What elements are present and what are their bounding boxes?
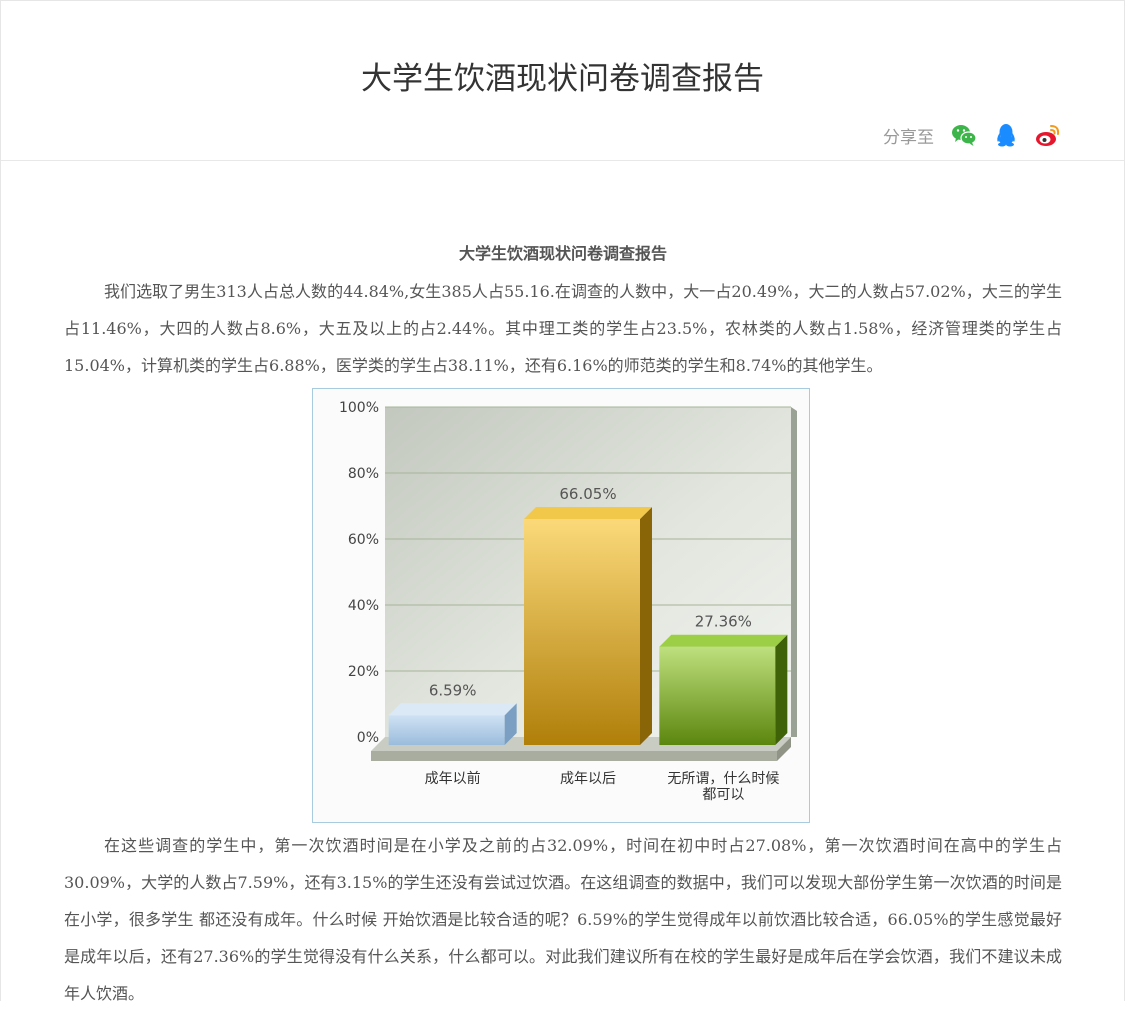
- qq-icon[interactable]: [992, 121, 1020, 149]
- weibo-icon[interactable]: [1034, 121, 1062, 149]
- x-tick-label: 成年以前: [425, 770, 481, 787]
- y-tick-label: 100%: [339, 400, 379, 416]
- share-bar: 分享至: [883, 120, 1062, 150]
- data-label: 6.59%: [429, 681, 477, 699]
- bar-chart-svg: 0% 20% 40% 60% 80% 100% 6.59% 66.05% 27.36% 成年以…: [339, 400, 797, 803]
- data-label: 66.05%: [559, 485, 616, 503]
- y-tick-label: 0%: [357, 730, 379, 746]
- data-label: 27.36%: [695, 613, 752, 631]
- bar-top: [388, 703, 517, 716]
- x-tick-label: 无所谓，什么时候: [667, 771, 779, 787]
- share-label: 分享至: [883, 127, 934, 148]
- wechat-icon[interactable]: [950, 121, 978, 149]
- y-tick-label: 20%: [348, 664, 379, 680]
- article-paragraph-1: 我们选取了男生313人占总人数的44.84%,女生385人占55.16.在调查的…: [64, 282, 1062, 375]
- plot-wall-side: [791, 407, 797, 737]
- article-title: 大学生饮酒现状问卷调查报告: [458, 244, 667, 263]
- plot-floor-front: [371, 751, 777, 761]
- bar: [388, 715, 505, 745]
- y-tick-label: 60%: [348, 532, 379, 548]
- x-tick-label: 都可以: [702, 787, 744, 803]
- x-tick-label: 成年以后: [560, 771, 616, 787]
- page-title: 大学生饮酒现状问卷调查报告: [361, 61, 764, 97]
- bar-side: [775, 634, 788, 745]
- article-body: 大学生饮酒现状问卷调查报告 我们选取了男生313人占总人数的44.84%,女生3…: [64, 240, 1062, 1012]
- bar: [659, 646, 776, 745]
- bar-top: [659, 634, 788, 647]
- bar-chart: 0% 20% 40% 60% 80% 100% 6.59% 66.05% 27.36% 成年以…: [312, 388, 810, 823]
- y-tick-label: 80%: [348, 466, 379, 482]
- bar: [524, 519, 640, 745]
- article-paragraph-2: 在这些调查的学生中，第一次饮酒时间是在小学及之前的占32.09%，时间在初中时占…: [64, 836, 1062, 1003]
- bar-top: [524, 507, 652, 520]
- y-tick-label: 40%: [348, 598, 379, 614]
- bar-side: [640, 507, 652, 745]
- page-header: 大学生饮酒现状问卷调查报告 分享至: [1, 1, 1124, 161]
